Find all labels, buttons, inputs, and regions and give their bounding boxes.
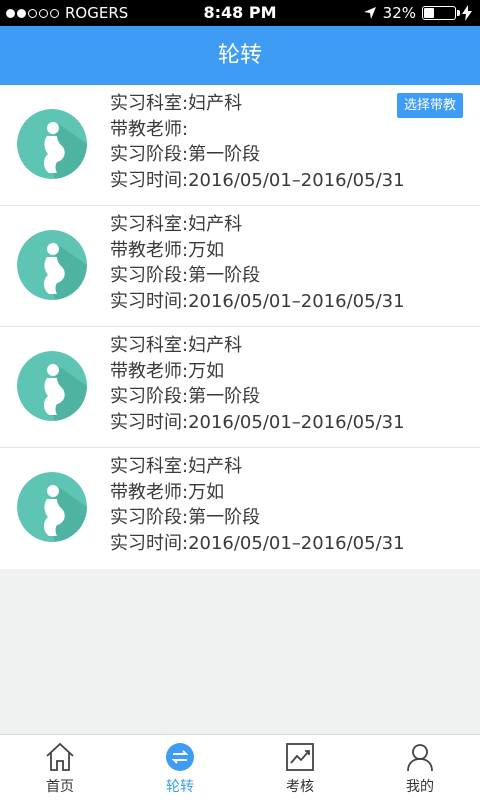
period-text: 实习时间:2016/05/01–2016/05/31: [110, 169, 405, 191]
teacher-text: 带教老师:万如: [110, 481, 225, 503]
status-right: 32%: [363, 4, 472, 22]
user-icon: [407, 744, 433, 772]
list-item[interactable]: 实习科室:妇产科 带教老师:万如 实习阶段:第一阶段 实习时间:2016/05/…: [0, 206, 480, 327]
period-text: 实习时间:2016/05/01–2016/05/31: [110, 290, 405, 312]
tab-bar: 首页 轮转 考核 我的: [0, 734, 480, 800]
item-info: 实习科室:妇产科 带教老师: 实习阶段:第一阶段 实习时间:2016/05/01…: [110, 91, 405, 193]
period-text: 实习时间:2016/05/01–2016/05/31: [110, 532, 405, 554]
pregnancy-icon: [17, 230, 87, 300]
stage-text: 实习阶段:第一阶段: [110, 265, 261, 286]
period-text: 实习时间:2016/05/01–2016/05/31: [110, 411, 405, 433]
department-text: 实习科室:妇产科: [110, 335, 243, 356]
tab-home[interactable]: 首页: [0, 735, 120, 800]
item-info: 实习科室:妇产科 带教老师:万如 实习阶段:第一阶段 实习时间:2016/05/…: [110, 212, 405, 314]
tab-label: 我的: [406, 779, 434, 795]
item-info: 实习科室:妇产科 带教老师:万如 实习阶段:第一阶段 实习时间:2016/05/…: [110, 333, 405, 435]
charging-bolt-icon: [462, 5, 472, 21]
tab-label: 首页: [46, 779, 74, 795]
location-arrow-icon: [363, 7, 376, 19]
stage-text: 实习阶段:第一阶段: [110, 386, 261, 407]
teacher-text: 带教老师:: [110, 118, 189, 140]
chart-icon: [286, 743, 314, 771]
tab-mine[interactable]: 我的: [360, 735, 480, 800]
battery-percent: 32%: [382, 4, 416, 22]
pregnancy-icon: [17, 351, 87, 421]
teacher-text: 带教老师:万如: [110, 239, 225, 261]
tab-rotation[interactable]: 轮转: [120, 735, 240, 800]
list-item[interactable]: 实习科室:妇产科 带教老师:万如 实习阶段:第一阶段 实习时间:2016/05/…: [0, 327, 480, 448]
nav-bar: 轮转: [0, 26, 480, 85]
pregnancy-icon: [17, 472, 87, 542]
item-info: 实习科室:妇产科 带教老师:万如 实习阶段:第一阶段 实习时间:2016/05/…: [110, 454, 405, 556]
teacher-text: 带教老师:万如: [110, 360, 225, 382]
battery-icon: [422, 6, 460, 20]
department-text: 实习科室:妇产科: [110, 93, 243, 114]
page-title: 轮转: [217, 43, 262, 68]
status-bar: ROGERS 8:48 PM 32%: [0, 0, 480, 26]
department-text: 实习科室:妇产科: [110, 456, 243, 477]
swap-icon: [166, 743, 194, 771]
department-text: 实习科室:妇产科: [110, 214, 243, 235]
rotation-list: 实习科室:妇产科 带教老师: 实习阶段:第一阶段 实习时间:2016/05/01…: [0, 85, 480, 569]
tab-label: 考核: [286, 779, 314, 795]
tab-label: 轮转: [166, 779, 194, 795]
select-teacher-button[interactable]: 选择带教: [397, 93, 463, 118]
stage-text: 实习阶段:第一阶段: [110, 507, 261, 528]
list-item[interactable]: 实习科室:妇产科 带教老师:万如 实习阶段:第一阶段 实习时间:2016/05/…: [0, 448, 480, 569]
list-item[interactable]: 实习科室:妇产科 带教老师: 实习阶段:第一阶段 实习时间:2016/05/01…: [0, 85, 480, 206]
pregnancy-icon: [17, 109, 87, 179]
stage-text: 实习阶段:第一阶段: [110, 144, 261, 165]
home-icon: [46, 742, 74, 771]
tab-assessment[interactable]: 考核: [240, 735, 360, 800]
